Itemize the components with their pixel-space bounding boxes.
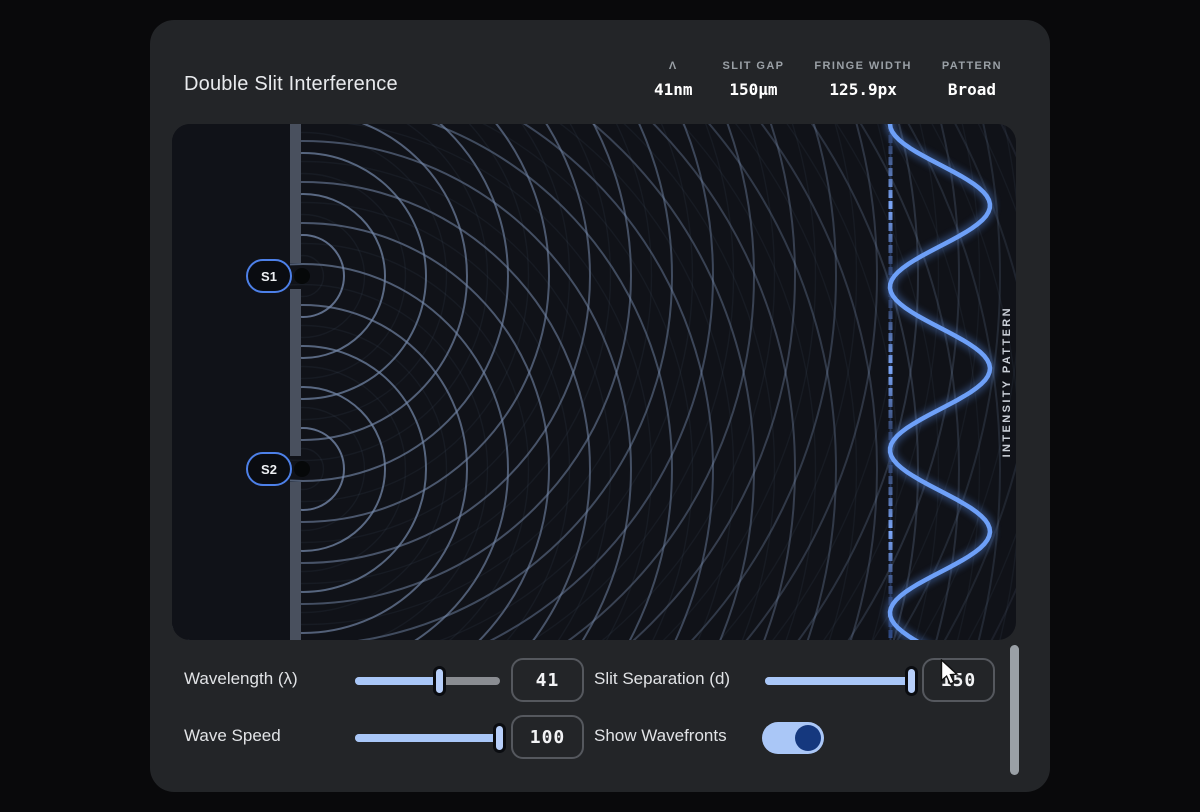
- stat-pattern: PATTERN Broad: [942, 60, 1002, 99]
- stat-pattern-value: Broad: [948, 80, 996, 99]
- slit-separation-label: Slit Separation (d): [594, 669, 730, 689]
- app-window: Double Slit Interference Λ 41nm SLIT GAP…: [150, 20, 1050, 792]
- stat-fringe-width-value: 125.9px: [829, 80, 896, 99]
- stat-wavelength-value: 41nm: [654, 80, 693, 99]
- wave-speed-label: Wave Speed: [184, 726, 281, 746]
- page-title: Double Slit Interference: [184, 73, 398, 96]
- slit-separation-slider-fill: [765, 677, 912, 685]
- show-wavefronts-toggle[interactable]: [762, 722, 824, 754]
- show-wavefronts-toggle-knob: [795, 725, 821, 751]
- slit-s2-label: S2: [261, 462, 277, 477]
- mouse-cursor: [940, 659, 962, 689]
- controls-scrollbar[interactable]: [1010, 645, 1019, 775]
- stat-pattern-label: PATTERN: [942, 60, 1002, 72]
- wave-speed-slider[interactable]: [355, 723, 500, 753]
- show-wavefronts-label: Show Wavefronts: [594, 726, 727, 746]
- wavelength-slider-fill: [355, 677, 440, 685]
- wavelength-slider-thumb[interactable]: [433, 666, 446, 696]
- header-stats: Λ 41nm SLIT GAP 150µm FRINGE WIDTH 125.9…: [654, 60, 1002, 99]
- stat-fringe-width: FRINGE WIDTH 125.9px: [814, 60, 911, 99]
- wavelength-slider[interactable]: [355, 666, 500, 696]
- stat-wavelength-label: Λ: [669, 60, 678, 72]
- slit-separation-slider[interactable]: [765, 666, 912, 696]
- stat-fringe-width-label: FRINGE WIDTH: [814, 60, 911, 72]
- stat-slit-gap: SLIT GAP 150µm: [722, 60, 784, 99]
- slit-s2-badge: S2: [246, 452, 292, 486]
- simulation-canvas: S1 S2 INTENSITY PATTERN: [172, 124, 1016, 640]
- slit-separation-slider-thumb[interactable]: [905, 666, 918, 696]
- wave-speed-slider-thumb[interactable]: [493, 723, 506, 753]
- wavelength-value: 41: [536, 670, 560, 691]
- stat-wavelength: Λ 41nm: [654, 60, 693, 99]
- wavelength-label: Wavelength (λ): [184, 669, 298, 689]
- slit-s1-label: S1: [261, 269, 277, 284]
- wave-canvas-svg: [172, 124, 1016, 640]
- stat-slit-gap-label: SLIT GAP: [722, 60, 784, 72]
- intensity-pattern-caption: INTENSITY PATTERN: [1001, 306, 1013, 457]
- wave-speed-value: 100: [530, 727, 566, 748]
- wavelength-value-box[interactable]: 41: [511, 658, 584, 702]
- slit-s1-badge: S1: [246, 259, 292, 293]
- wave-speed-value-box[interactable]: 100: [511, 715, 584, 759]
- stat-slit-gap-value: 150µm: [729, 80, 777, 99]
- wave-speed-slider-fill: [355, 734, 500, 742]
